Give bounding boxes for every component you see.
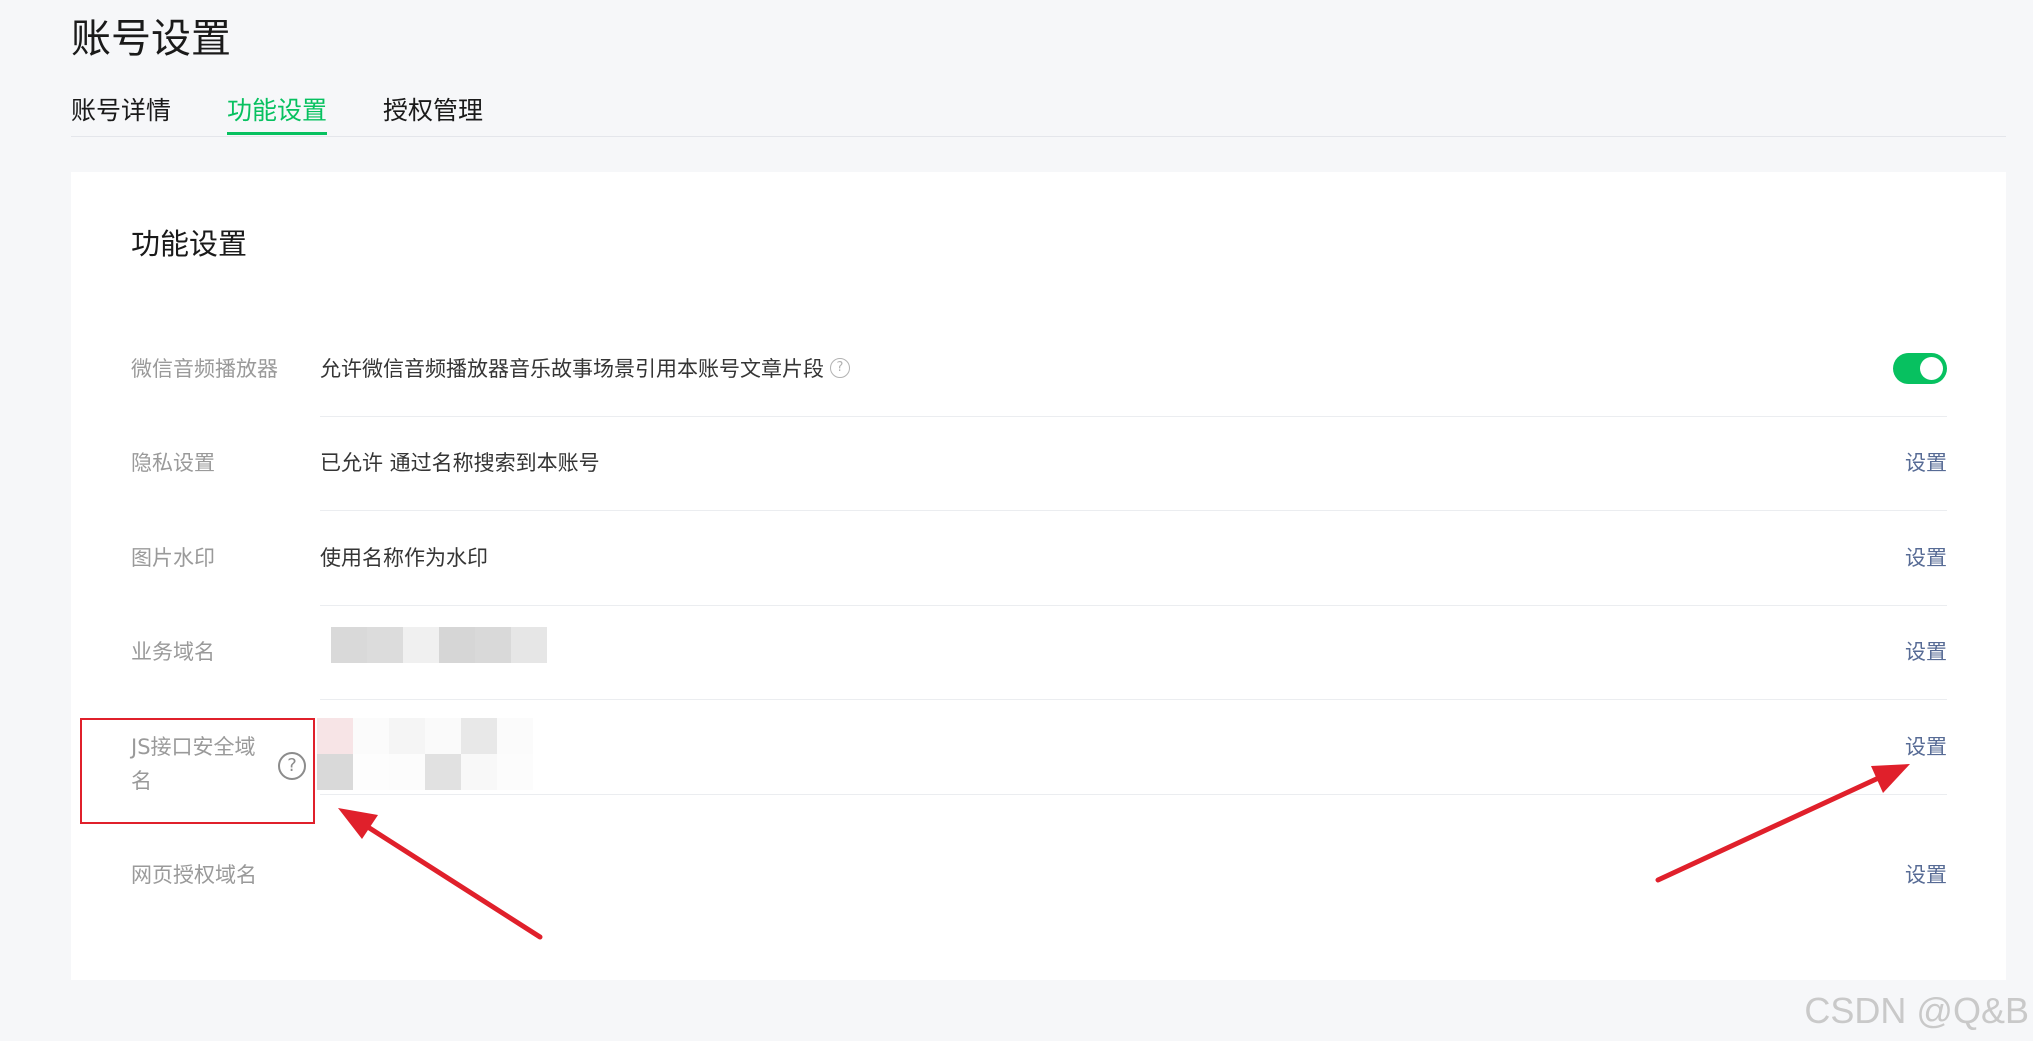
- row-divider: [320, 510, 1947, 511]
- row-divider: [320, 794, 1947, 795]
- row-value: 已允许 通过名称搜索到本账号: [320, 451, 600, 475]
- tab-account-details[interactable]: 账号详情: [71, 92, 171, 130]
- feature-settings-card: 功能设置 微信音频播放器 允许微信音频播放器音乐故事场景引用本账号文章片段? 隐…: [71, 172, 2006, 980]
- js-secure-domain-settings-link[interactable]: 设置: [1905, 730, 1947, 764]
- row-divider: [320, 699, 1947, 700]
- blurred-domain-value: [331, 627, 547, 663]
- row-value: 允许微信音频播放器音乐故事场景引用本账号文章片段?: [320, 352, 850, 386]
- row-label: 网页授权域名: [131, 863, 257, 887]
- tab-authorization-management[interactable]: 授权管理: [383, 92, 483, 130]
- question-circle-icon[interactable]: ?: [830, 358, 850, 378]
- oauth-domain-settings-link[interactable]: 设置: [1905, 858, 1947, 892]
- blurred-domain-value: [317, 718, 533, 790]
- toggle-knob: [1920, 357, 1943, 380]
- tab-feature-settings[interactable]: 功能设置: [227, 92, 328, 135]
- row-value: 使用名称作为水印: [320, 546, 488, 570]
- privacy-settings-link[interactable]: 设置: [1905, 446, 1947, 480]
- business-domain-settings-link[interactable]: 设置: [1905, 635, 1947, 669]
- csdn-watermark: CSDN @Q&B: [1804, 990, 2029, 1031]
- tab-bar: 账号详情 功能设置 授权管理: [71, 92, 2006, 137]
- row-label: 业务域名: [131, 640, 215, 664]
- page-title: 账号设置: [71, 16, 231, 62]
- row-label: 隐私设置: [131, 451, 215, 475]
- annotation-highlight-box: [80, 718, 315, 824]
- row-divider: [320, 416, 1947, 417]
- card-title: 功能设置: [131, 227, 248, 261]
- audio-player-toggle[interactable]: [1893, 353, 1947, 384]
- watermark-settings-link[interactable]: 设置: [1905, 541, 1947, 575]
- row-value-text: 允许微信音频播放器音乐故事场景引用本账号文章片段: [320, 357, 824, 381]
- row-label: 微信音频播放器: [131, 357, 278, 381]
- row-label: 图片水印: [131, 546, 215, 570]
- row-divider: [320, 605, 1947, 606]
